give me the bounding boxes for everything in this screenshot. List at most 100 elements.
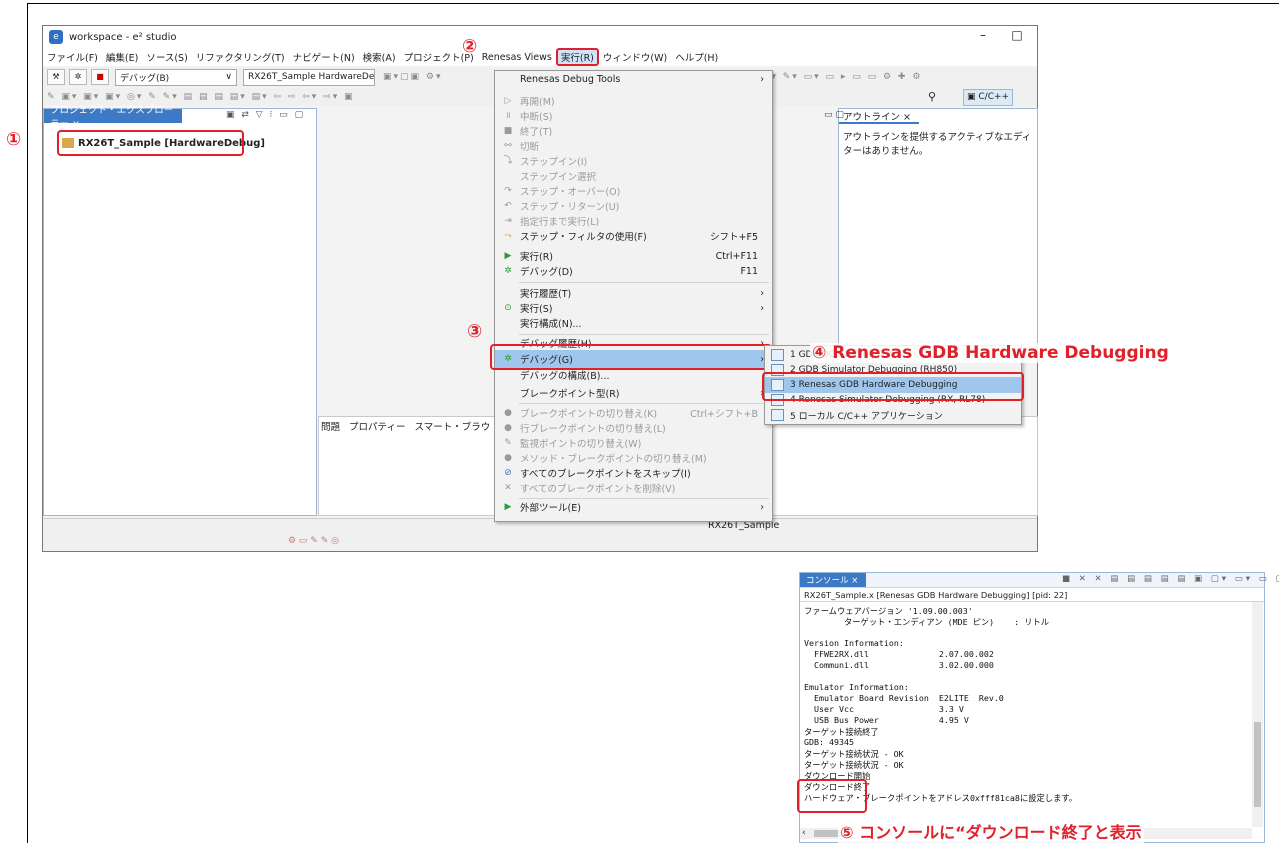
menu-item-run-as[interactable]: ⊙ 実行(S) › xyxy=(495,300,772,316)
menu-item-label: ブレークポイント型(R) xyxy=(520,389,620,400)
launch-mode-combo[interactable]: デバッグ(B) ∨ xyxy=(115,68,237,86)
menu-navigate[interactable]: ナビゲート(N) xyxy=(289,50,359,64)
menu-item-toggle-breakpoint[interactable]: ● ブレークポイントの切り替え(K) Ctrl+シフト+B xyxy=(495,405,772,421)
menu-item-label: 実行(R) xyxy=(520,252,554,263)
blank-icon xyxy=(502,170,514,182)
renesas-debug-tools-icon xyxy=(502,73,514,85)
menu-item-suspend[interactable]: ॥ 中断(S) xyxy=(495,108,772,124)
menu-source[interactable]: ソース(S) xyxy=(142,50,191,64)
toolbar-icons: ▣▾▢▣ ⚙▾ xyxy=(383,72,443,82)
menu-edit[interactable]: 編集(E) xyxy=(102,50,142,64)
menu-item-shortcut: Ctrl+シフト+B xyxy=(690,409,758,420)
window-title: workspace - e² studio xyxy=(69,31,177,43)
menu-item-run-configurations[interactable]: 実行構成(N)... xyxy=(495,315,772,331)
chevron-right-icon: › xyxy=(760,501,764,513)
remove-breakpoints-icon: ✕ xyxy=(504,483,512,493)
disconnect-icon: ⚯ xyxy=(504,141,512,151)
menu-item-use-step-filters[interactable]: ⤳ ステップ・フィルタの使用(F) シフト+F5 xyxy=(495,228,772,244)
perspective-cc[interactable]: ▣ C/C++ xyxy=(963,89,1014,106)
menu-refactor[interactable]: リファクタリング(T) xyxy=(192,50,289,64)
menu-item-label: Renesas Debug Tools xyxy=(520,73,621,85)
outline-tab[interactable]: アウトライン × xyxy=(839,109,919,124)
project-explorer-tab-label: プロジェクト・エクスプローラー × xyxy=(50,105,174,130)
menu-item-debug[interactable]: ✲ デバッグ(D) F11 xyxy=(495,263,772,279)
menu-item-step-over[interactable]: ↷ ステップ・オーバー(O) xyxy=(495,183,772,199)
console-tab[interactable]: コンソール × xyxy=(800,573,866,587)
debug-bug-icon[interactable]: ✲ xyxy=(69,69,87,85)
build-hammer-icon[interactable]: ⚒ xyxy=(47,69,65,85)
console-line: FFWE2RX.dll 2.07.00.002 xyxy=(804,649,994,659)
console-vertical-scrollbar[interactable] xyxy=(1252,602,1263,827)
menu-item-run-history[interactable]: 実行履歴(T) › xyxy=(495,285,772,301)
menu-item-step-return[interactable]: ↶ ステップ・リターン(U) xyxy=(495,198,772,214)
menu-item-label: ステップイン(I) xyxy=(520,157,588,168)
scroll-left-arrow[interactable]: ‹ xyxy=(802,828,806,838)
menu-file[interactable]: ファイル(F) xyxy=(43,50,102,64)
menu-item-external-tools[interactable]: ▶ 外部ツール(E) › xyxy=(495,499,772,515)
toolbar-row2-icons: ✎ ▣▾ ▣▾ ▣▾ ◎▾ ✎ ✎▾ ▤ ▤ ▤ ▤▾ ▤▾ ⇦ ⇨ ⇦▾ ⇨▾… xyxy=(47,92,355,102)
menu-separator xyxy=(519,282,769,283)
menu-item-label: 指定行まで実行(L) xyxy=(520,217,600,228)
console-line: Version Information: xyxy=(804,638,904,648)
blank-icon xyxy=(502,369,514,381)
console-toolbar-icons: ■ ✕ ✕ ▤ ▤ ▤ ▤ ▤ ▣ ▢▾ ▭▾ ▭ ▢ xyxy=(1062,574,1279,584)
step-return-icon: ↶ xyxy=(504,201,512,211)
submenu-item-local-cpp-app[interactable]: 5 ローカル C/C++ アプリケーション xyxy=(765,407,1021,423)
outline-message: アウトラインを提供するアクティブなエディターはありません。 xyxy=(843,132,1032,157)
menu-item-terminate[interactable]: ■ 終了(T) xyxy=(495,123,772,139)
launch-config-icon xyxy=(771,349,784,361)
menu-renesas-views[interactable]: Renesas Views xyxy=(478,52,556,63)
menu-item-run[interactable]: ▶ 実行(R) Ctrl+F11 xyxy=(495,248,772,264)
minimize-button[interactable]: – xyxy=(973,28,993,44)
menu-search[interactable]: 検索(A) xyxy=(359,50,400,64)
properties-tab[interactable]: プロパティー xyxy=(349,422,405,433)
menu-window[interactable]: ウィンドウ(W) xyxy=(599,50,671,64)
menu-item-toggle-watchpoint[interactable]: ✎ 監視ポイントの切り替え(W) xyxy=(495,435,772,451)
menu-item-label: ブレークポイントの切り替え(K) xyxy=(520,409,658,420)
menu-item-toggle-line-breakpoint[interactable]: ● 行ブレークポイントの切り替え(L) xyxy=(495,420,772,436)
menu-item-label: 実行履歴(T) xyxy=(520,289,572,300)
menu-item-breakpoint-types[interactable]: ブレークポイント型(R) › xyxy=(495,385,772,401)
smart-browser-tab[interactable]: スマート・ブラウ xyxy=(415,422,491,433)
menu-item-label: ステップ・オーバー(O) xyxy=(520,187,621,198)
e2studio-app-icon: e xyxy=(49,30,63,44)
project-explorer-tab[interactable]: プロジェクト・エクスプローラー × xyxy=(44,105,182,130)
scroll-thumb[interactable] xyxy=(1254,722,1261,807)
menu-item-resume[interactable]: ▷ 再開(M) xyxy=(495,93,772,109)
menu-item-skip-all-breakpoints[interactable]: ⊘ すべてのブレークポイントをスキップ(I) xyxy=(495,465,772,481)
menu-item-toggle-method-breakpoint[interactable]: ● メソッド・ブレークポイントの切り替え(M) xyxy=(495,450,772,466)
debug-icon: ✲ xyxy=(504,266,512,276)
menu-item-label: デバッグ(D) xyxy=(520,267,573,278)
step-filter-icon: ⤳ xyxy=(504,231,512,241)
annotation-step1: ① xyxy=(6,129,22,150)
menu-help[interactable]: ヘルプ(H) xyxy=(671,50,722,64)
menu-item-renesas-debug-tools[interactable]: Renesas Debug Tools › xyxy=(495,71,772,87)
menu-item-remove-all-breakpoints[interactable]: ✕ すべてのブレークポイントを削除(V) xyxy=(495,480,772,496)
outline-tab-label: アウトライン × xyxy=(843,112,911,123)
search-icon[interactable]: ⚲ xyxy=(928,90,936,103)
project-explorer-pane: プロジェクト・エクスプローラー × ▣ ⇄ ▽ ⁝ ▭ ▢ RX26T_Samp… xyxy=(43,105,317,516)
menu-item-disconnect[interactable]: ⚯ 切断 xyxy=(495,138,772,154)
menu-item-shortcut: Ctrl+F11 xyxy=(715,250,758,262)
maximize-button[interactable]: □ xyxy=(1007,28,1027,44)
explorer-view-toolbar-icons: ▣ ⇄ ▽ ⁝ ▭ ▢ xyxy=(226,110,306,120)
chevron-down-icon: ∨ xyxy=(225,72,232,82)
external-tools-icon: ▶ xyxy=(504,502,512,512)
highlight-project xyxy=(57,130,244,156)
annotation-step5: ⑤ コンソールに“ダウンロード終了と表示 xyxy=(838,823,1144,843)
menu-item-label: ステップ・リターン(U) xyxy=(520,202,620,213)
console-line: USB Bus Power 4.95 V xyxy=(804,715,969,725)
highlight-download-complete xyxy=(797,779,867,813)
menu-run[interactable]: 実行(R) xyxy=(555,48,599,66)
step-into-icon: ⤵ xyxy=(503,156,513,166)
console-header: RX26T_Sample.x [Renesas GDB Hardware Deb… xyxy=(804,590,1068,600)
menu-bar: ファイル(F) 編集(E) ソース(S) リファクタリング(T) ナビゲート(N… xyxy=(43,48,1037,66)
launch-config-combo[interactable]: RX26T_Sample HardwareDe xyxy=(243,68,375,86)
problems-tab[interactable]: 問題 xyxy=(321,422,340,433)
menu-item-step-into[interactable]: ⤵ ステップイン(I) xyxy=(495,153,772,169)
stop-icon[interactable]: ■ xyxy=(91,69,109,85)
menu-item-step-into-selection[interactable]: ステップイン選択 xyxy=(495,168,772,184)
chevron-right-icon: › xyxy=(760,73,764,85)
resume-icon: ▷ xyxy=(504,96,512,106)
menu-item-run-to-line[interactable]: ⇥ 指定行まで実行(L) xyxy=(495,213,772,229)
